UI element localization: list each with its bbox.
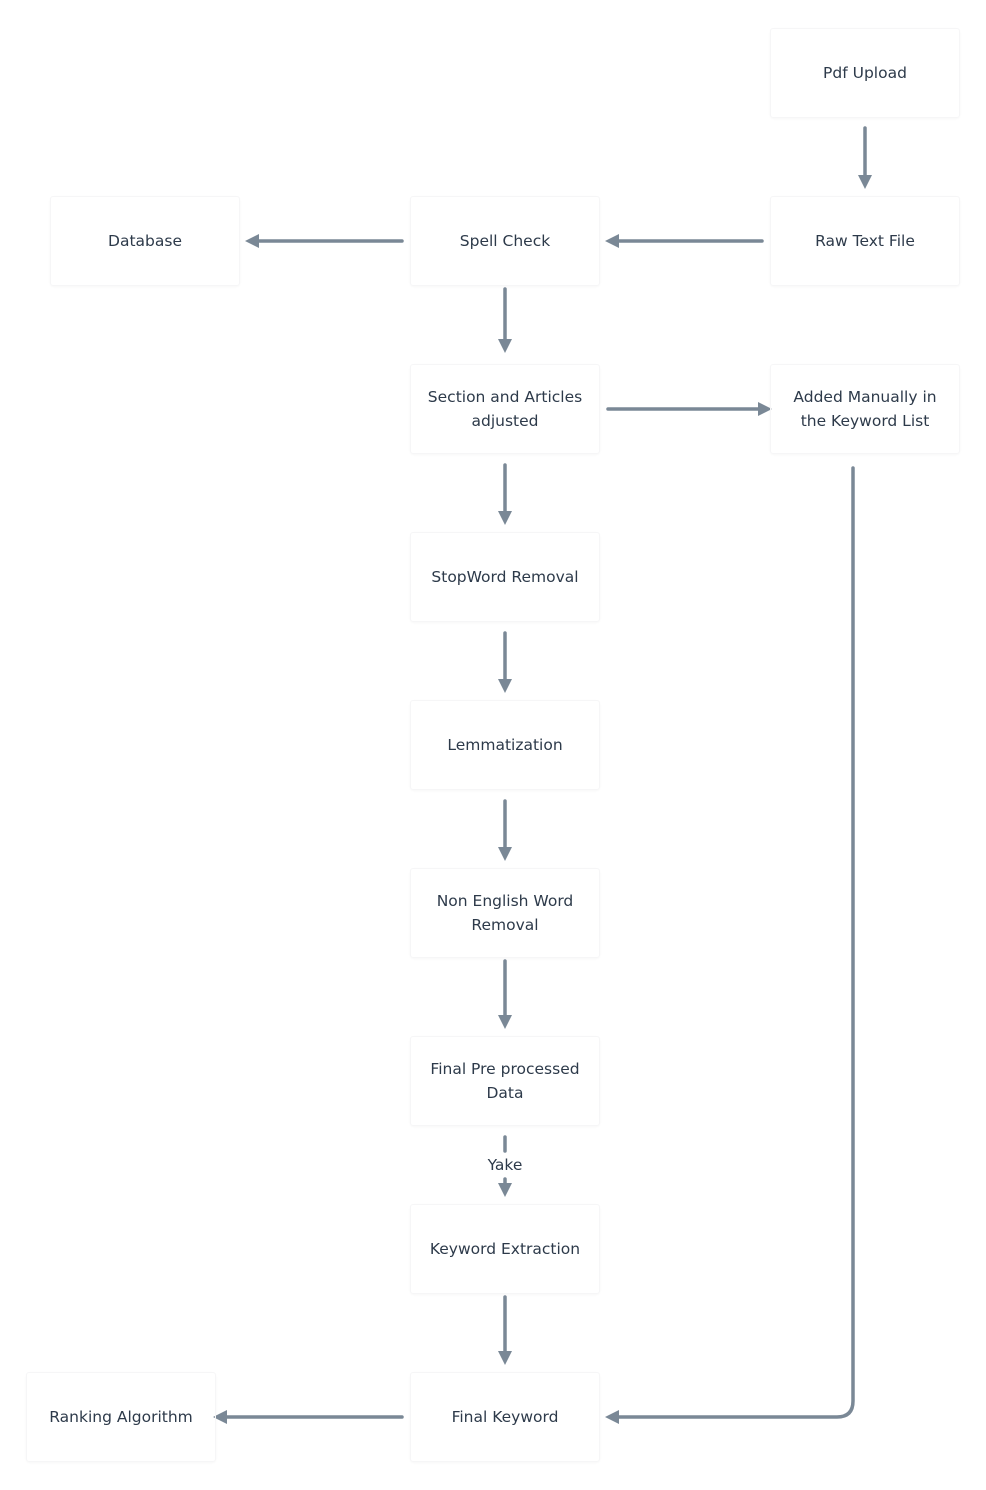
node-label: Final Pre processed Data bbox=[430, 1060, 580, 1102]
node-non-english-removal[interactable]: Non English Word Removal bbox=[410, 868, 600, 958]
node-lemmatization[interactable]: Lemmatization bbox=[410, 700, 600, 790]
node-label: Added Manually in the Keyword List bbox=[793, 388, 937, 430]
node-label: Ranking Algorithm bbox=[49, 1408, 193, 1426]
node-raw-text-file[interactable]: Raw Text File bbox=[770, 196, 960, 286]
node-added-manually[interactable]: Added Manually in the Keyword List bbox=[770, 364, 960, 454]
node-ranking-algorithm[interactable]: Ranking Algorithm bbox=[26, 1372, 216, 1462]
node-label: Raw Text File bbox=[815, 232, 915, 250]
node-label: Keyword Extraction bbox=[429, 1240, 581, 1258]
node-pdf-upload[interactable]: Pdf Upload bbox=[770, 28, 960, 118]
node-label: Pdf Upload bbox=[823, 64, 907, 82]
node-spell-check[interactable]: Spell Check bbox=[410, 196, 600, 286]
node-label: Final Keyword bbox=[451, 1408, 559, 1426]
node-label: Database bbox=[108, 232, 182, 250]
node-label: Lemmatization bbox=[447, 736, 563, 754]
node-label: Non English Word Removal bbox=[436, 892, 574, 934]
node-stopword-removal[interactable]: StopWord Removal bbox=[410, 532, 600, 622]
node-keyword-extraction[interactable]: Keyword Extraction bbox=[410, 1204, 600, 1294]
node-final-keyword[interactable]: Final Keyword bbox=[410, 1372, 600, 1462]
node-label: StopWord Removal bbox=[431, 568, 579, 586]
edge-label-yake: Yake bbox=[487, 1156, 523, 1174]
node-label: Spell Check bbox=[459, 232, 551, 250]
arrow-manual-to-finalkw bbox=[605, 466, 855, 1424]
node-final-preprocessed[interactable]: Final Pre processed Data bbox=[410, 1036, 600, 1126]
node-section-articles[interactable]: Section and Articles adjusted bbox=[410, 364, 600, 454]
node-label: Section and Articles adjusted bbox=[427, 388, 583, 430]
node-database[interactable]: Database bbox=[50, 196, 240, 286]
